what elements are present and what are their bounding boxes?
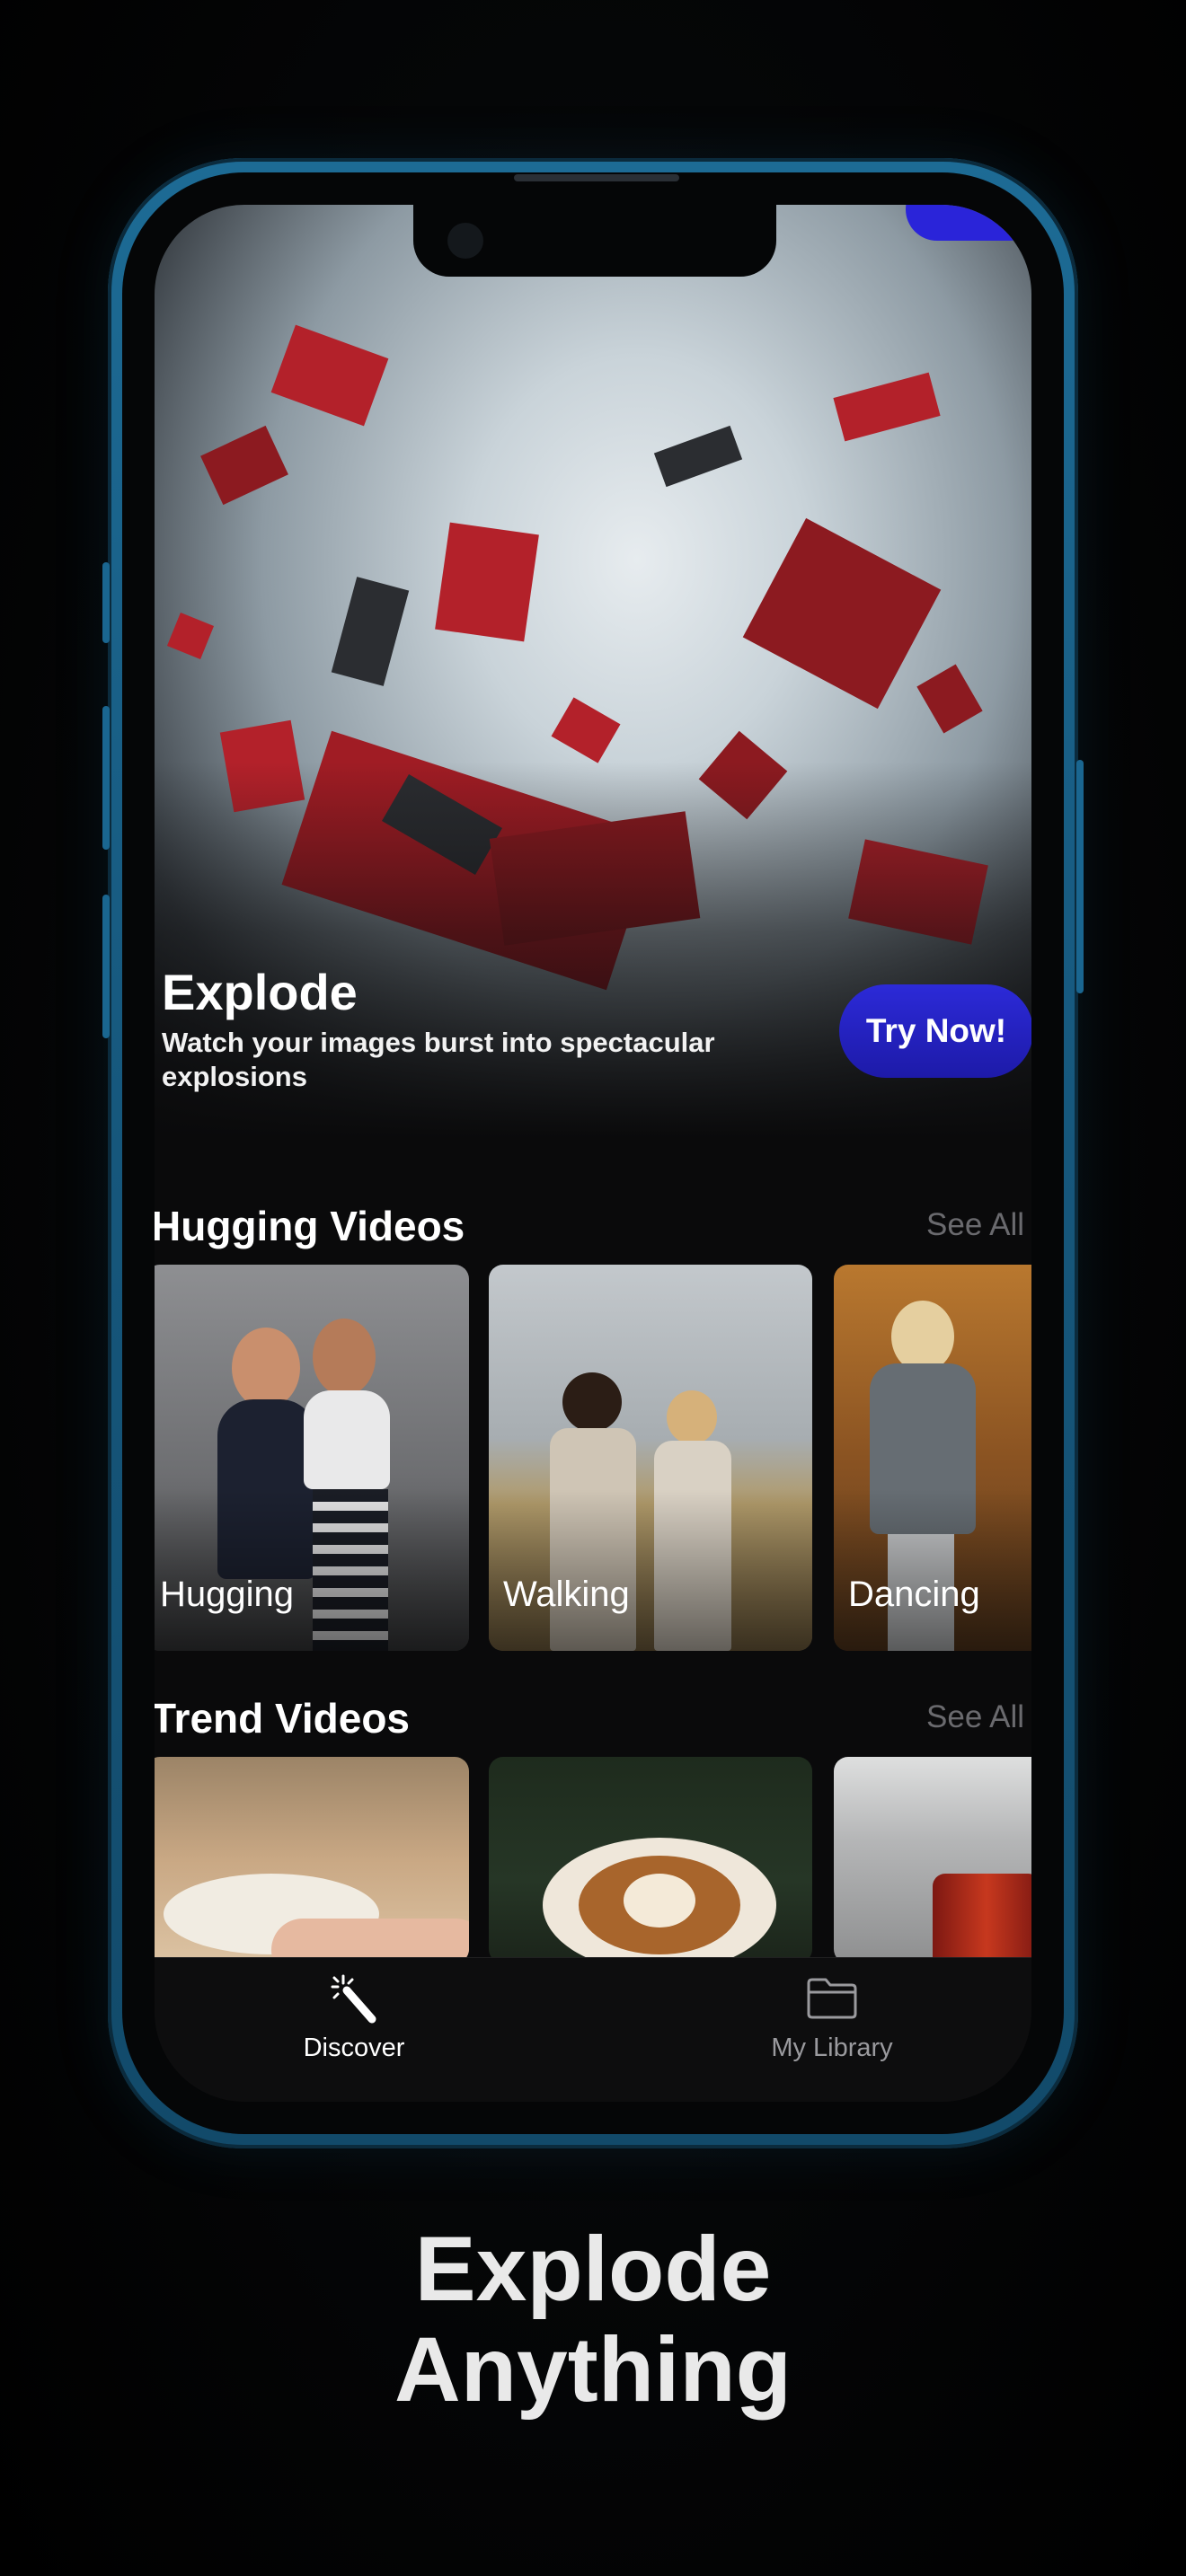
shard [916, 664, 983, 734]
shard [833, 372, 941, 442]
card-shade [834, 1489, 1031, 1651]
video-card-trend-3[interactable] [834, 1757, 1031, 1963]
hero-title: Explode [162, 964, 358, 1020]
top-pill-button[interactable] [906, 205, 1031, 241]
front-camera [447, 223, 483, 259]
figure-head [891, 1301, 954, 1372]
video-card-trend-2[interactable] [489, 1757, 812, 1963]
caption-line-1: Explode [414, 2218, 772, 2320]
shard [200, 425, 288, 506]
figure-head [667, 1390, 717, 1444]
section-header-trend: Trend Videos See All [155, 1694, 1024, 1748]
shard [653, 425, 743, 488]
section-title: Trend Videos [155, 1695, 411, 1742]
figure-shirt [304, 1390, 390, 1489]
shard [742, 517, 942, 710]
mute-switch [102, 562, 110, 643]
tab-label: My Library [771, 2033, 893, 2062]
video-card-hugging[interactable]: Hugging [155, 1265, 469, 1651]
soda-can [933, 1874, 1031, 1963]
video-card-dancing[interactable]: Dancing [834, 1265, 1031, 1651]
tab-discover[interactable]: Discover [246, 1971, 462, 2063]
caption-line-2: Anything [394, 2318, 792, 2421]
folder-icon [807, 1978, 857, 2019]
latte-heart [624, 1874, 695, 1928]
try-now-button[interactable]: Try Now! [839, 984, 1031, 1078]
promo-caption: Explode Anything [0, 2219, 1186, 2420]
tab-my-library[interactable]: My Library [724, 1971, 940, 2063]
shard [551, 697, 621, 763]
shard [166, 612, 215, 660]
hero-banner[interactable]: Explode Watch your images burst into spe… [155, 205, 1031, 1139]
video-card-trend-1[interactable] [155, 1757, 469, 1963]
volume-down-button [102, 895, 110, 1038]
shard [331, 577, 410, 686]
speaker-grille [514, 174, 679, 181]
see-all-link[interactable]: See All [926, 1207, 1024, 1243]
card-label: Hugging [160, 1575, 295, 1614]
power-button [1076, 760, 1084, 993]
card-shade [489, 1489, 812, 1651]
app-screen: Explode Watch your images burst into spe… [155, 205, 1031, 2102]
card-shade [155, 1489, 469, 1651]
phone-frame: Explode Watch your images burst into spe… [102, 158, 1084, 2148]
figure-head [313, 1319, 376, 1396]
notch [413, 205, 776, 277]
figure-head [232, 1328, 300, 1408]
section-header-hugging: Hugging Videos See All [155, 1202, 1024, 1256]
video-card-walking[interactable]: Walking [489, 1265, 812, 1651]
section-title: Hugging Videos [155, 1203, 465, 1249]
volume-up-button [102, 706, 110, 850]
tab-label: Discover [303, 2033, 405, 2062]
shard [435, 522, 539, 642]
see-all-link[interactable]: See All [926, 1699, 1024, 1735]
bottom-tab-bar: Discover My Library [155, 1957, 1031, 2102]
magic-wand-icon [331, 1974, 376, 2024]
figure-head [562, 1372, 622, 1432]
shard [270, 324, 389, 427]
card-label: Walking [503, 1575, 630, 1614]
hero-subtitle: Watch your images burst into spectacular… [162, 1027, 715, 1092]
card-label: Dancing [848, 1575, 980, 1614]
promo-canvas: Explode Watch your images burst into spe… [0, 0, 1186, 2576]
